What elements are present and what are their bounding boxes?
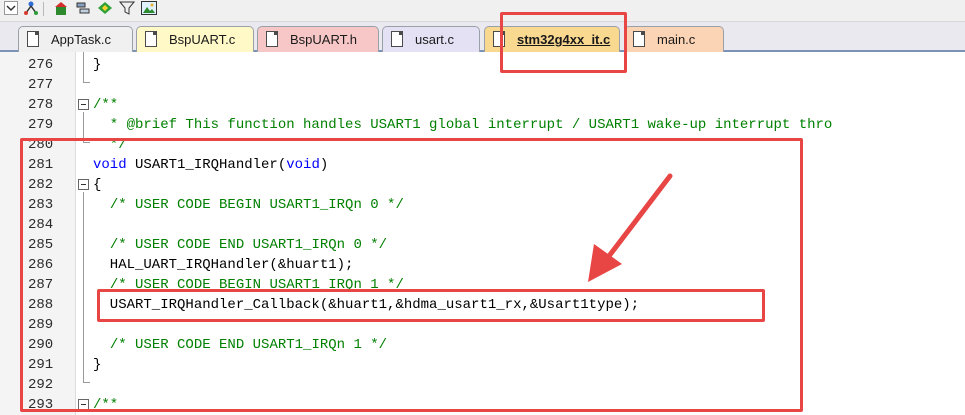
fold-collapse-icon[interactable] xyxy=(78,99,89,110)
diamond-icon[interactable] xyxy=(96,0,114,16)
tab-label: AppTask.c xyxy=(51,32,111,47)
line-number: 277 xyxy=(28,77,54,93)
tab-label: usart.c xyxy=(415,32,455,47)
line-number: 278 xyxy=(28,97,54,113)
line-number: 276 xyxy=(28,57,54,73)
fold-guide-end xyxy=(83,82,90,83)
file-icon xyxy=(266,31,278,47)
dropdown-arrow-icon[interactable] xyxy=(2,0,20,16)
tab-label: BspUART.h xyxy=(290,32,357,47)
line-number: 279 xyxy=(28,117,54,133)
code-line[interactable]: 276} xyxy=(0,55,965,75)
image-icon[interactable] xyxy=(140,0,158,16)
building-icon[interactable] xyxy=(52,0,70,16)
tab-main-c[interactable]: main.c xyxy=(624,26,724,52)
tab-bspuart-c[interactable]: BspUART.c xyxy=(136,26,254,52)
code-line[interactable]: 278 /** xyxy=(0,95,965,115)
annotation-arrow xyxy=(588,173,673,282)
code-text: } xyxy=(93,55,101,75)
tab-apptask-c[interactable]: AppTask.c xyxy=(18,26,133,52)
tab-label: BspUART.c xyxy=(169,32,236,47)
code-line[interactable]: 277 xyxy=(0,75,965,95)
tab-label: main.c xyxy=(657,32,696,47)
code-token: } xyxy=(93,57,102,73)
code-text: /** xyxy=(93,95,118,115)
annotation-box-active-tab xyxy=(500,12,627,73)
tab-usart-c[interactable]: usart.c xyxy=(382,26,480,52)
comment-token: /** xyxy=(93,97,119,113)
file-icon xyxy=(391,31,403,47)
code-line[interactable]: 279 * @brief This function handles USART… xyxy=(0,115,965,135)
annotation-box-callback-line xyxy=(97,289,765,322)
annotation-box-irq-handler xyxy=(20,138,803,412)
file-icon xyxy=(27,31,39,47)
file-icon xyxy=(145,31,157,47)
funnel-icon[interactable] xyxy=(118,0,136,16)
code-text: * @brief This function handles USART1 gl… xyxy=(93,115,833,135)
hierarchy-icon[interactable] xyxy=(22,0,40,16)
fold-guide xyxy=(83,52,84,82)
toolbar-separator xyxy=(43,2,44,16)
toolbar xyxy=(0,0,965,22)
editor-tab-bar: AppTask.c BspUART.c BspUART.h usart.c st… xyxy=(0,22,965,52)
tab-bspuart-h[interactable]: BspUART.h xyxy=(257,26,379,52)
layers-icon[interactable] xyxy=(74,0,92,16)
comment-token: * @brief This function handles USART1 gl… xyxy=(93,117,833,133)
file-icon xyxy=(633,31,645,47)
